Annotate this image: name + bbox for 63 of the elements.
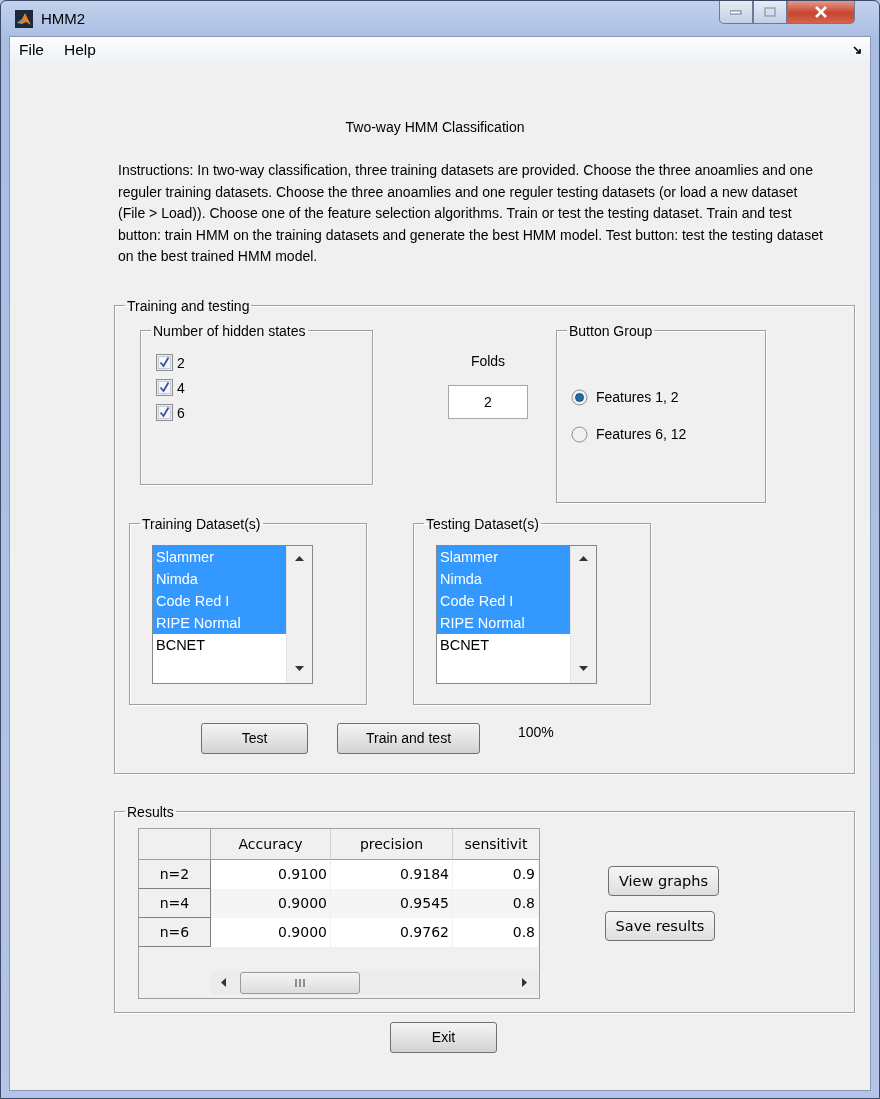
table-cell: 0.9762 <box>331 917 453 947</box>
scroll-up-icon[interactable] <box>579 555 588 561</box>
scroll-down-icon[interactable] <box>579 665 588 671</box>
table-cell: 0.9000 <box>211 917 331 947</box>
row-header: n=2 <box>139 859 211 889</box>
panel-title: Testing Dataset(s) <box>425 515 540 532</box>
column-header: precision <box>331 828 453 860</box>
table-cell: 0.9545 <box>331 888 453 918</box>
progress-text: 100% <box>518 724 554 741</box>
scroll-down-icon[interactable] <box>295 665 304 671</box>
scroll-right-icon[interactable] <box>522 978 527 988</box>
menu-item[interactable]: File <box>19 41 44 59</box>
column-header: sensitivit <box>453 828 539 860</box>
table-cell: 0.9184 <box>331 859 453 889</box>
radio-button[interactable] <box>571 388 588 406</box>
action-button[interactable]: Test <box>201 722 308 754</box>
folds-label: Folds <box>470 352 506 369</box>
scroll-up-icon[interactable] <box>295 555 304 561</box>
checkbox[interactable] <box>156 379 173 397</box>
panel-title: Training Dataset(s) <box>141 515 262 532</box>
action-button[interactable]: Train and test <box>337 722 480 754</box>
panel-title: Number of hidden states <box>152 322 307 339</box>
radio-button[interactable] <box>571 425 588 443</box>
checkbox[interactable] <box>156 354 173 372</box>
exit-button[interactable]: Exit <box>390 1021 497 1053</box>
minimize-icon[interactable] <box>730 9 742 15</box>
table-cell: 0.9100 <box>211 859 331 889</box>
checkbox[interactable] <box>156 404 173 422</box>
table-cell: 0.8 <box>453 917 539 947</box>
scroll-left-icon[interactable] <box>221 978 226 988</box>
action-button[interactable]: Save results <box>605 910 715 941</box>
column-header: Accuracy <box>211 828 331 860</box>
checkbox-label: 2 <box>177 354 185 371</box>
row-header: n=4 <box>139 888 211 918</box>
radio-label: Features 6, 12 <box>596 426 687 443</box>
close-button[interactable] <box>787 1 855 24</box>
row-header: n=6 <box>139 917 211 947</box>
folds-field[interactable]: 2 <box>448 384 528 419</box>
scrollbar[interactable] <box>570 545 596 683</box>
list-item[interactable]: BCNET <box>153 633 286 656</box>
scrollbar[interactable] <box>286 545 312 683</box>
instructions-text: Instructions: In two-way classification, three training datasets are provided. Choose the three anoamlies and one reguler training datasets. Choose the three anoamlies and one reguler testing datasets (or load a new dataset (File > Load)). Choose one of the feature selection algorithms. Train or test the testing dataset. Train and test button: train HMM on the training datasets and generate the best HMM model. Test button: test the testing dataset on the best trained HMM model. <box>118 161 824 267</box>
window-title: HMM2 <box>41 10 86 27</box>
panel-title: Training and testing <box>126 297 251 314</box>
dock-arrow-icon[interactable] <box>853 46 862 55</box>
app-icon <box>15 9 33 28</box>
menu-item[interactable]: Help <box>64 41 96 59</box>
heading: Two-way HMM Classification <box>344 119 526 135</box>
table-cell: 0.9000 <box>211 888 331 918</box>
checkbox-label: 4 <box>177 379 185 396</box>
scroll-thumb[interactable] <box>240 971 360 994</box>
checkbox-label: 6 <box>177 404 185 421</box>
radio-label: Features 1, 2 <box>596 389 679 406</box>
action-button[interactable]: View graphs <box>608 865 719 896</box>
table-cell: 0.8 <box>453 888 539 918</box>
minimize-button[interactable] <box>719 1 753 24</box>
list-item[interactable]: BCNET <box>437 633 570 656</box>
close-icon[interactable] <box>814 6 828 18</box>
panel-title: Button Group <box>568 322 654 339</box>
scrollbar[interactable] <box>211 970 539 995</box>
panel-title: Results <box>126 803 175 820</box>
maximize-button[interactable] <box>753 1 787 24</box>
table-cell: 0.9 <box>453 859 539 889</box>
